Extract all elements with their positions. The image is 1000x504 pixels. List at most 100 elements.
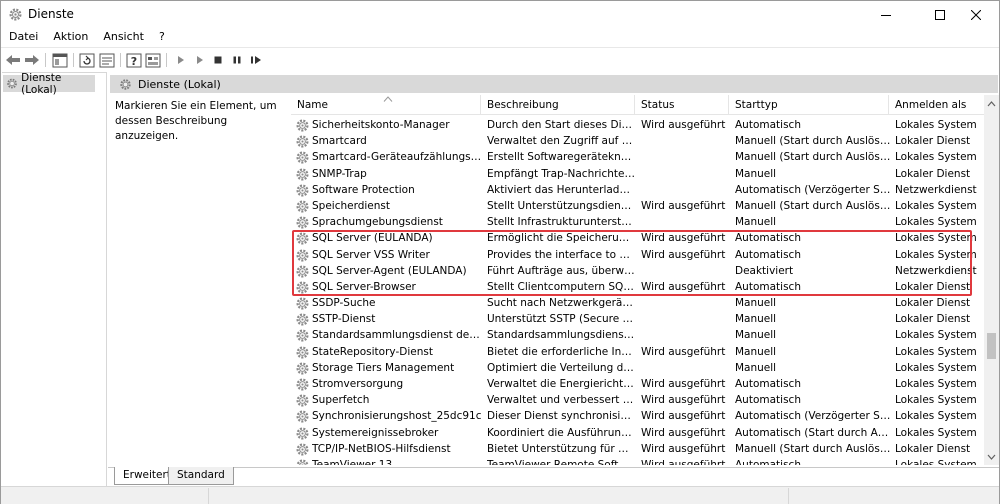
service-gear-icon xyxy=(295,248,310,263)
pause-play-button[interactable] xyxy=(191,51,209,69)
service-starttype: Manuell xyxy=(735,167,777,180)
service-starttype: Manuell xyxy=(735,313,777,326)
close-button[interactable] xyxy=(953,1,999,28)
refresh-button[interactable] xyxy=(78,51,96,69)
table-row[interactable]: Sprachumgebungsdienst Stellt Infrastruktu… xyxy=(291,214,983,230)
status-segment xyxy=(209,488,789,504)
minimize-button[interactable] xyxy=(863,1,909,28)
service-gear-icon xyxy=(295,167,310,182)
forward-button[interactable] xyxy=(23,51,41,69)
table-row[interactable]: SQL Server (EULANDA) Ermöglicht die Speic… xyxy=(291,230,983,246)
service-starttype: Manuell (Start durch Auslöser) xyxy=(735,442,891,455)
table-row[interactable]: Smartcard Verwaltet den Zugriff auf Sma..… xyxy=(291,133,983,149)
toolbar-separator xyxy=(166,53,167,67)
table-row[interactable]: SQL Server-Agent (EULANDA) Führt Aufträge… xyxy=(291,263,983,279)
help-button[interactable]: ? xyxy=(125,51,143,69)
table-row[interactable]: Synchronisierungshost_25dc91c Dieser Dien… xyxy=(291,408,983,424)
vertical-scrollbar[interactable] xyxy=(984,95,999,465)
table-row[interactable]: SSTP-Dienst Unterstützt SSTP (Secure Sock… xyxy=(291,311,983,327)
table-row[interactable]: Standardsammlungsdienst des Mic... Standa… xyxy=(291,327,983,343)
service-description: Bietet die erforderliche Infrast... xyxy=(487,345,635,358)
scrollbar-thumb[interactable] xyxy=(987,333,996,359)
service-description: Erstellt Softwaregeräteknoten ... xyxy=(487,151,635,164)
service-logon: Lokales System xyxy=(895,345,977,358)
service-description: Stellt Clientcomputern SQL Se... xyxy=(487,280,635,293)
show-hide-tree-button[interactable] xyxy=(51,51,69,69)
column-header-name[interactable]: Name xyxy=(291,95,481,115)
service-gear-icon xyxy=(295,409,310,424)
stop-service-button[interactable] xyxy=(209,51,227,69)
service-logon: Lokaler Dienst xyxy=(895,442,971,455)
service-starttype: Manuell xyxy=(735,329,777,342)
column-header-starttype[interactable]: Starttyp xyxy=(729,95,889,115)
service-name: Smartcard xyxy=(312,135,367,148)
table-row[interactable]: SQL Server VSS Writer Provides the interf… xyxy=(291,247,983,263)
service-gear-icon xyxy=(295,215,310,230)
table-row[interactable]: Systemereignissebroker Koordiniert die Au… xyxy=(291,425,983,441)
service-name: Storage Tiers Management xyxy=(312,361,455,374)
service-logon: Lokales System xyxy=(895,458,977,465)
properties-button[interactable] xyxy=(144,51,162,69)
gear-icon xyxy=(120,78,131,90)
service-gear-icon xyxy=(295,312,310,327)
table-row[interactable]: SSDP-Suche Sucht nach Netzwerkgeräten ...… xyxy=(291,295,983,311)
pause-icon xyxy=(233,56,241,64)
toolbar: ? xyxy=(1,47,999,71)
menu-help[interactable]: ? xyxy=(151,28,172,46)
service-gear-icon xyxy=(295,328,310,343)
column-header-description[interactable]: Beschreibung xyxy=(481,95,635,115)
service-name: Superfetch xyxy=(312,394,370,407)
table-row[interactable]: Sicherheitskonto-Manager Durch den Start … xyxy=(291,117,983,133)
menu-datei[interactable]: Datei xyxy=(1,28,45,46)
table-row[interactable]: Smartcard-Geräteaufzählungsdienst Erstell… xyxy=(291,149,983,165)
table-row[interactable]: SNMP-Trap Empfängt Trap-Nachrichten, ... M… xyxy=(291,166,983,182)
table-row[interactable]: Storage Tiers Management Optimiert die Ve… xyxy=(291,360,983,376)
help-icon: ? xyxy=(126,53,142,68)
arrow-right-icon xyxy=(25,55,39,65)
service-description: Koordiniert die Ausführung d... xyxy=(487,426,635,439)
title-bar[interactable]: Dienste xyxy=(1,1,999,28)
service-starttype: Automatisch xyxy=(735,119,801,131)
start-service-button[interactable] xyxy=(172,51,190,69)
column-header-status[interactable]: Status xyxy=(635,95,729,115)
service-name: SSTP-Dienst xyxy=(312,313,376,326)
table-row[interactable]: Speicherdienst Stellt Unterstützungsdiens… xyxy=(291,198,983,214)
table-row[interactable]: Superfetch Verwaltet und verbessert die S… xyxy=(291,392,983,408)
table-row[interactable]: Software Protection Aktiviert das Herunte… xyxy=(291,182,983,198)
pause-service-button[interactable] xyxy=(228,51,246,69)
service-name: Smartcard-Geräteaufzählungsdienst xyxy=(312,151,482,164)
toolbar-separator xyxy=(45,53,46,67)
svg-text:?: ? xyxy=(131,55,137,68)
properties-icon xyxy=(145,53,161,67)
table-row[interactable]: SQL Server-Browser Stellt Clientcomputern… xyxy=(291,279,983,295)
column-header-logon[interactable]: Anmelden als xyxy=(889,95,999,115)
service-status: Wird ausgeführt xyxy=(641,394,726,407)
table-row[interactable]: StateRepository-Dienst Bietet die erforde… xyxy=(291,344,983,360)
table-row[interactable]: Stromversorgung Verwaltet die Energierich… xyxy=(291,376,983,392)
service-status: Wird ausgeführt xyxy=(641,442,726,455)
play-icon xyxy=(197,56,203,64)
service-status: Wird ausgeführt xyxy=(641,458,726,465)
restart-service-button[interactable] xyxy=(247,51,265,69)
service-starttype: Automatisch (Start durch Auslö... xyxy=(735,426,891,439)
service-name: Synchronisierungshost_25dc91c xyxy=(312,410,482,423)
export-list-button[interactable] xyxy=(98,51,116,69)
service-logon: Lokaler Dienst xyxy=(895,167,971,180)
service-status: Wird ausgeführt xyxy=(641,248,726,261)
service-starttype: Automatisch xyxy=(735,280,801,293)
services-rows: Sicherheitskonto-Manager Durch den Start … xyxy=(291,117,983,465)
tab-standard[interactable]: Standard xyxy=(168,467,234,485)
back-button[interactable] xyxy=(4,51,22,69)
service-gear-icon xyxy=(295,134,310,149)
service-logon: Lokales System xyxy=(895,119,977,131)
service-starttype: Manuell xyxy=(735,297,777,310)
service-description: Stellt Infrastrukturunterstützu... xyxy=(487,216,635,229)
menu-ansicht[interactable]: Ansicht xyxy=(95,28,151,46)
service-name: SNMP-Trap xyxy=(312,167,367,180)
tree-item-dienste-lokal[interactable]: Dienste (Lokal) xyxy=(3,72,95,96)
menu-aktion[interactable]: Aktion xyxy=(45,28,95,46)
table-row[interactable]: TCP/IP-NetBIOS-Hilfsdienst Bietet Unterst… xyxy=(291,441,983,457)
service-starttype: Automatisch xyxy=(735,394,801,407)
arrow-left-icon xyxy=(6,55,20,65)
table-row[interactable]: TeamViewer 13 TeamViewer Remote Software W… xyxy=(291,457,983,465)
